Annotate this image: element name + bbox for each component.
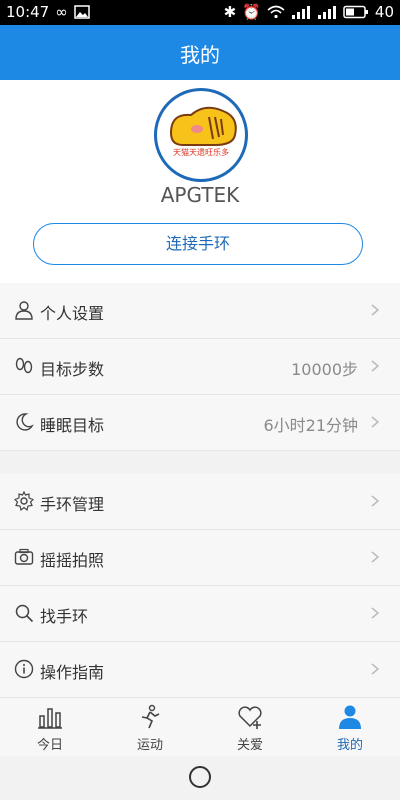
person-icon bbox=[15, 301, 33, 320]
person-filled-icon bbox=[339, 705, 361, 729]
bar-chart-icon bbox=[38, 708, 62, 729]
nav-sport-label: 运动 bbox=[136, 738, 163, 753]
username: APGTEK bbox=[160, 183, 240, 207]
info-icon bbox=[14, 659, 34, 679]
shake-photo-row[interactable]: 摇摇拍照 bbox=[0, 530, 400, 586]
footprints-icon bbox=[15, 357, 33, 374]
chevron-right-icon bbox=[371, 663, 380, 675]
battery-level: 40 bbox=[374, 3, 394, 21]
moon-icon bbox=[16, 413, 34, 431]
avatar-character-icon bbox=[169, 106, 237, 146]
runner-icon bbox=[141, 704, 160, 729]
app-bar: 我的 bbox=[0, 25, 400, 80]
band-management-row[interactable]: 手环管理 bbox=[0, 474, 400, 530]
step-goal-value: 10000步 bbox=[291, 360, 358, 379]
image-icon bbox=[73, 5, 90, 19]
gear-icon bbox=[14, 491, 34, 511]
home-button[interactable] bbox=[189, 766, 211, 788]
nav-mine[interactable]: 我的 bbox=[300, 704, 400, 754]
search-icon bbox=[15, 604, 34, 623]
chevron-right-icon bbox=[371, 551, 380, 563]
avatar[interactable]: 天猫天遗旺乐多 bbox=[154, 88, 248, 182]
avatar-caption: 天猫天遗旺乐多 bbox=[173, 148, 229, 157]
band-management-label: 手环管理 bbox=[40, 495, 105, 514]
wifi-icon bbox=[267, 5, 285, 19]
nav-today[interactable]: 今日 bbox=[0, 704, 100, 754]
settings-group-1: 个人设置 目标步数 10000步 睡眠目标 6小时21分钟 bbox=[0, 283, 400, 451]
sleep-goal-row[interactable]: 睡眠目标 6小时21分钟 bbox=[0, 395, 400, 451]
nav-care[interactable]: 关爱 bbox=[200, 704, 300, 754]
profile-section: 天猫天遗旺乐多 APGTEK 连接手环 bbox=[0, 80, 400, 283]
nav-care-label: 关爱 bbox=[236, 738, 263, 753]
alarm-icon: ⏰ bbox=[242, 3, 261, 21]
nav-mine-label: 我的 bbox=[336, 738, 363, 753]
infinity-icon: ∞ bbox=[55, 3, 68, 21]
status-time: 10:47 bbox=[6, 3, 50, 21]
status-bar: 10:47 ∞ ✱ ⏰ 40 bbox=[0, 0, 400, 25]
nav-sport[interactable]: 运动 bbox=[100, 704, 200, 754]
guide-row[interactable]: 操作指南 bbox=[0, 642, 400, 698]
find-band-row[interactable]: 找手环 bbox=[0, 586, 400, 642]
step-goal-label: 目标步数 bbox=[40, 360, 105, 379]
step-goal-row[interactable]: 目标步数 10000步 bbox=[0, 339, 400, 395]
shake-photo-label: 摇摇拍照 bbox=[40, 551, 105, 570]
battery-icon bbox=[343, 5, 368, 19]
chevron-right-icon bbox=[371, 495, 380, 507]
system-home-bar bbox=[0, 756, 400, 800]
personal-settings-row[interactable]: 个人设置 bbox=[0, 283, 400, 339]
personal-settings-label: 个人设置 bbox=[40, 304, 105, 323]
find-band-label: 找手环 bbox=[40, 607, 89, 626]
bluetooth-icon: ✱ bbox=[223, 3, 237, 21]
guide-label: 操作指南 bbox=[40, 663, 105, 682]
chevron-right-icon bbox=[371, 416, 380, 428]
signal-4g-icon bbox=[317, 6, 336, 19]
chevron-right-icon bbox=[371, 304, 380, 316]
signal-icon bbox=[291, 6, 310, 19]
nav-today-label: 今日 bbox=[36, 738, 63, 753]
connect-band-button[interactable]: 连接手环 bbox=[33, 223, 363, 265]
bottom-nav: 今日 运动 关爱 我的 bbox=[0, 698, 400, 756]
chevron-right-icon bbox=[371, 360, 380, 372]
sleep-goal-label: 睡眠目标 bbox=[40, 416, 105, 435]
camera-icon bbox=[14, 548, 34, 565]
settings-group-2: 手环管理 摇摇拍照 找手环 操作指南 bbox=[0, 474, 400, 698]
page-title: 我的 bbox=[180, 43, 220, 67]
sleep-goal-value: 6小时21分钟 bbox=[263, 416, 358, 435]
heart-plus-icon bbox=[238, 706, 262, 729]
chevron-right-icon bbox=[371, 607, 380, 619]
